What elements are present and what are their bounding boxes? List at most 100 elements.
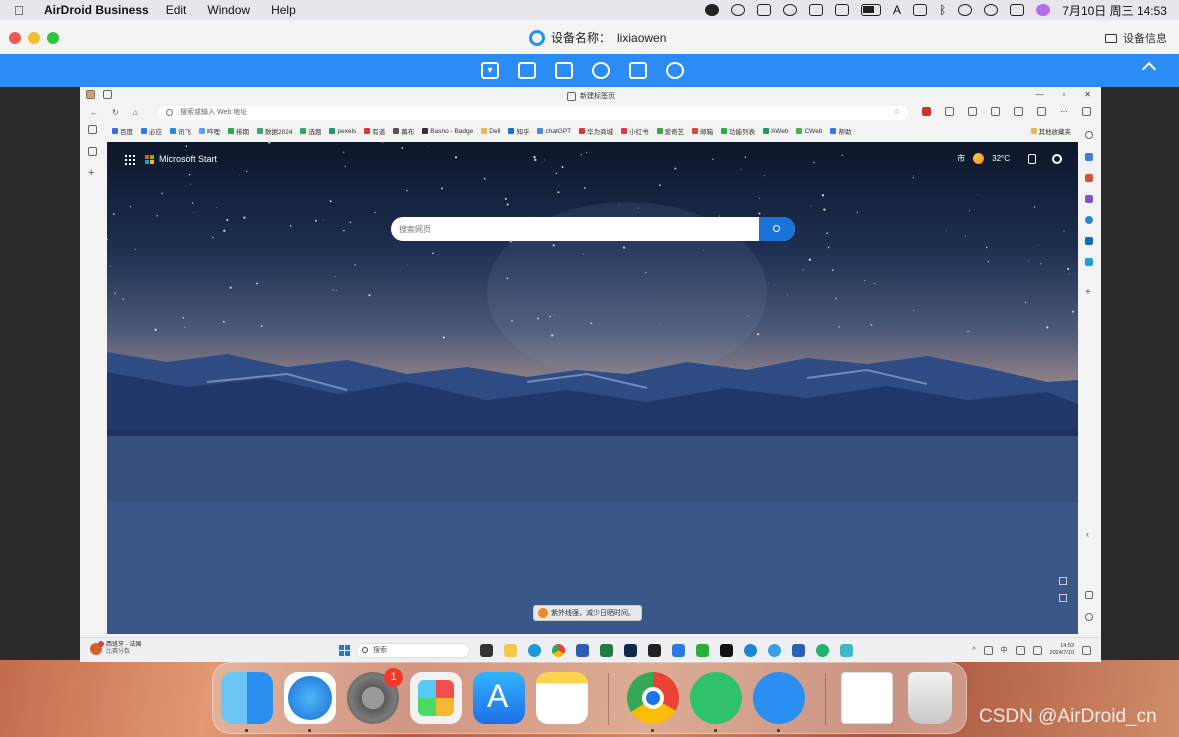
sync-icon[interactable] xyxy=(945,107,954,116)
bookmark-item[interactable]: 选题 xyxy=(300,126,321,136)
mobile-icon[interactable] xyxy=(1028,153,1036,164)
collapse-toolbar-icon[interactable] xyxy=(1141,61,1157,77)
profile-icon[interactable] xyxy=(86,90,95,99)
close-window-button[interactable] xyxy=(9,32,21,44)
tab-icon[interactable] xyxy=(88,147,97,156)
fullscreen-icon[interactable] xyxy=(1059,594,1067,602)
settings-icon[interactable] xyxy=(1085,613,1093,621)
app-menu-name[interactable]: AirDroid Business xyxy=(44,3,149,17)
ime-indicator[interactable]: 中 xyxy=(1001,645,1008,655)
screen-capture-icon[interactable] xyxy=(1085,591,1093,599)
word-icon[interactable] xyxy=(792,644,805,657)
page-settings-icon[interactable] xyxy=(1052,153,1062,164)
app-store-icon[interactable]: A xyxy=(473,672,525,724)
edge-tab[interactable]: 新建标签页 xyxy=(567,91,615,101)
control-center-icon[interactable] xyxy=(1010,4,1025,16)
menu-help[interactable]: Help xyxy=(271,3,296,17)
cloud-icon[interactable] xyxy=(983,645,993,655)
web-search-button[interactable] xyxy=(759,217,795,241)
launchpad-icon[interactable] xyxy=(410,672,462,724)
apple-menu-icon[interactable]:  xyxy=(14,3,30,18)
bookmark-item[interactable]: 必应 xyxy=(141,126,162,136)
windows-start-icon[interactable] xyxy=(339,645,350,656)
volume-icon[interactable] xyxy=(1032,645,1042,655)
menubar-clock[interactable]: 7月10日 周三 14:53 xyxy=(1062,2,1167,19)
app-icon[interactable] xyxy=(648,644,661,657)
safari-icon[interactable] xyxy=(284,672,336,724)
tag-icon[interactable] xyxy=(1085,153,1093,161)
system-settings-icon[interactable]: 1 xyxy=(347,668,403,724)
chrome-icon[interactable] xyxy=(552,644,565,657)
bookmark-item[interactable]: 华为商城 xyxy=(579,126,613,136)
toolbox-icon[interactable] xyxy=(1085,174,1093,182)
bookmark-item[interactable]: 哔哩 xyxy=(199,126,220,136)
bookmark-item[interactable]: 小红书 xyxy=(621,126,649,136)
chevron-left-icon[interactable]: ‹ xyxy=(1086,529,1089,539)
menu-edit[interactable]: Edit xyxy=(166,3,187,17)
wifi-off-icon[interactable] xyxy=(913,4,928,16)
message-icon[interactable] xyxy=(555,62,573,79)
back-icon[interactable]: ← xyxy=(90,108,98,117)
excel-icon[interactable] xyxy=(600,644,613,657)
minimize-icon[interactable]: — xyxy=(1035,90,1043,99)
bookmark-item[interactable]: 讯飞 xyxy=(170,126,191,136)
new-tab-plus-icon[interactable]: + xyxy=(88,167,94,179)
menu-window[interactable]: Window xyxy=(207,3,250,17)
record-icon[interactable] xyxy=(705,4,720,16)
cloud-app-icon[interactable] xyxy=(731,4,746,16)
bluetooth-icon[interactable]: ᛒ xyxy=(939,3,946,17)
finder-icon[interactable] xyxy=(221,672,273,724)
airdroid-business-icon[interactable] xyxy=(690,672,742,724)
notification-icon[interactable] xyxy=(1082,645,1091,655)
send-icon[interactable] xyxy=(1085,258,1093,266)
outlook-icon[interactable] xyxy=(1085,237,1093,245)
search-icon[interactable] xyxy=(1085,131,1093,139)
wechat-icon[interactable] xyxy=(696,644,709,657)
display-icon[interactable] xyxy=(835,4,850,16)
bookmark-item[interactable]: 幕布 xyxy=(393,126,414,136)
collections-icon[interactable] xyxy=(1014,107,1023,116)
file-explorer-icon[interactable] xyxy=(504,644,517,657)
microsoft-start-logo[interactable]: Microsoft Start xyxy=(145,154,217,164)
zoom-window-button[interactable] xyxy=(47,32,59,44)
extension-icon[interactable] xyxy=(922,107,931,116)
bookmark-item[interactable]: 帮助 xyxy=(830,126,851,136)
weather-widget[interactable]: 市 32°C xyxy=(957,153,1062,164)
refresh-icon[interactable]: ↻ xyxy=(112,108,119,117)
sidebar-icon[interactable] xyxy=(1082,107,1091,116)
window-preview-icon[interactable] xyxy=(841,672,893,724)
taskbar-clock[interactable]: 14:53 2024/7/10 xyxy=(1050,643,1074,657)
input-method-indicator[interactable]: A xyxy=(893,3,901,17)
trash-icon[interactable] xyxy=(908,672,952,724)
taskbar-search[interactable]: 搜索 xyxy=(356,643,470,658)
edge-icon[interactable] xyxy=(528,644,541,657)
apps-grid-icon[interactable] xyxy=(125,155,135,165)
fullscreen-icon[interactable] xyxy=(629,62,647,79)
minimize-window-button[interactable] xyxy=(28,32,40,44)
shield-icon[interactable] xyxy=(518,62,536,79)
workspaces-icon[interactable] xyxy=(103,90,112,99)
siri-icon[interactable] xyxy=(1036,4,1051,16)
notepad-icon[interactable] xyxy=(840,644,853,657)
split-screen-icon[interactable] xyxy=(968,107,977,116)
monitor-icon[interactable]: ▾ xyxy=(481,62,499,79)
airdroid-cast-icon[interactable] xyxy=(753,672,805,724)
chevron-up-icon[interactable]: ^ xyxy=(972,647,975,654)
bookmark-item[interactable]: pexels xyxy=(329,126,356,136)
add-icon[interactable]: + xyxy=(1085,287,1091,298)
bookmark-item[interactable]: AWeb xyxy=(763,126,788,136)
other-favorites[interactable]: 其他收藏夹 xyxy=(1030,126,1071,136)
bookmark-item[interactable]: Dell xyxy=(481,126,500,136)
bookmark-item[interactable]: 百度 xyxy=(112,126,133,136)
bookmark-item[interactable]: 知乎 xyxy=(508,126,529,136)
copilot-icon[interactable] xyxy=(768,644,781,657)
restore-icon[interactable]: ▫ xyxy=(1062,90,1065,99)
copilot-icon[interactable] xyxy=(1085,216,1093,224)
bookmark-item[interactable]: 有道 xyxy=(364,126,385,136)
people-icon[interactable] xyxy=(1085,195,1093,203)
notes-icon[interactable] xyxy=(536,672,588,724)
browser-essentials-icon[interactable] xyxy=(1037,107,1046,116)
disconnect-icon[interactable] xyxy=(666,62,684,79)
bookmark-item[interactable]: 爱奇艺 xyxy=(656,126,684,136)
favorite-star-icon[interactable]: ☆ xyxy=(894,106,900,120)
